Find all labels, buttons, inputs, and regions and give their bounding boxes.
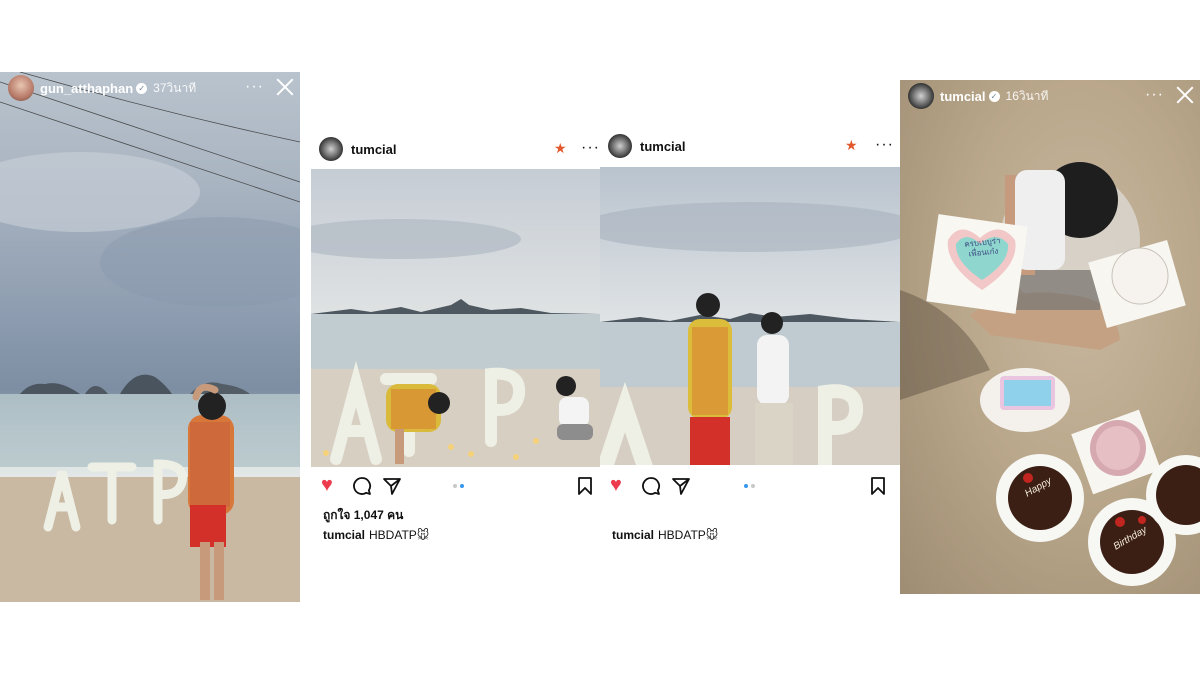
post-photo-image bbox=[600, 167, 900, 465]
post-caption: tumcial HBDATP🐭 bbox=[612, 528, 718, 542]
heart-icon[interactable]: ♥ bbox=[610, 475, 622, 495]
comment-icon[interactable] bbox=[641, 476, 661, 496]
story-username[interactable]: tumcial bbox=[940, 89, 986, 104]
caption-text: HBDATP🐭 bbox=[658, 528, 719, 542]
more-icon[interactable]: ··· bbox=[581, 139, 600, 157]
more-icon[interactable]: ··· bbox=[875, 136, 894, 154]
bookmark-icon[interactable] bbox=[577, 476, 593, 496]
post-username[interactable]: tumcial bbox=[640, 139, 686, 154]
avatar[interactable] bbox=[608, 134, 632, 158]
star-icon: ★ bbox=[845, 137, 858, 153]
story-gun-atthaphan[interactable]: gun_atthaphan ✓ 37วินาที ··· bbox=[0, 72, 300, 602]
share-icon[interactable] bbox=[671, 476, 691, 496]
verified-badge-icon: ✓ bbox=[988, 90, 1000, 102]
more-icon[interactable]: ··· bbox=[245, 78, 264, 96]
post-username[interactable]: tumcial bbox=[351, 142, 397, 157]
avatar[interactable] bbox=[8, 75, 34, 101]
carousel-dot bbox=[751, 484, 755, 488]
story-header: gun_atthaphan ✓ 37วินาที ··· bbox=[0, 72, 300, 104]
story-username[interactable]: gun_atthaphan bbox=[40, 81, 133, 96]
post-caption: tumcial HBDATP🐭 bbox=[323, 528, 429, 542]
story-timestamp: 16วินาที bbox=[1005, 88, 1049, 103]
more-icon[interactable]: ··· bbox=[1145, 86, 1164, 104]
bookmark-icon[interactable] bbox=[870, 476, 886, 496]
carousel-indicator bbox=[453, 484, 464, 488]
verified-badge-icon: ✓ bbox=[136, 82, 148, 94]
carousel-indicator bbox=[744, 484, 755, 488]
story-beach-photo bbox=[0, 72, 300, 602]
carousel-dot-active bbox=[744, 484, 748, 488]
post-tumcial-1: tumcial ★ ··· ♥ ถูกใจ 1,047 คน tumcial H… bbox=[311, 130, 600, 560]
star-icon: ★ bbox=[554, 140, 567, 156]
carousel-dot bbox=[453, 484, 457, 488]
story-timestamp: 37วินาที bbox=[153, 80, 197, 95]
caption-username[interactable]: tumcial bbox=[323, 528, 365, 542]
avatar[interactable] bbox=[319, 137, 343, 161]
close-icon[interactable] bbox=[1174, 84, 1196, 106]
caption-text: HBDATP🐭 bbox=[369, 528, 430, 542]
carousel-dot-active bbox=[460, 484, 464, 488]
post-header: tumcial ★ ··· bbox=[600, 130, 900, 165]
share-icon[interactable] bbox=[382, 476, 402, 496]
post-actions: ♥ bbox=[311, 475, 600, 497]
caption-username[interactable]: tumcial bbox=[612, 528, 654, 542]
avatar[interactable] bbox=[908, 83, 934, 109]
post-photo-image bbox=[311, 169, 600, 467]
post-tumcial-2: tumcial ★ ··· ♥ tumcial HBDATP🐭 bbox=[600, 130, 900, 560]
comment-icon[interactable] bbox=[352, 476, 372, 496]
post-photo[interactable] bbox=[600, 167, 900, 465]
heart-icon[interactable]: ♥ bbox=[321, 475, 333, 495]
post-photo[interactable] bbox=[311, 169, 600, 467]
post-actions: ♥ bbox=[600, 475, 900, 497]
likes-count[interactable]: ถูกใจ 1,047 คน bbox=[323, 506, 403, 525]
story-cakes-photo bbox=[900, 80, 1200, 594]
story-tumcial[interactable]: ครบเบบูร่าเพื่อนเก๋ง Happy Birthday tumc… bbox=[900, 80, 1200, 594]
post-header: tumcial ★ ··· bbox=[311, 130, 600, 168]
story-header: tumcial ✓ 16วินาที ··· bbox=[900, 80, 1200, 112]
close-icon[interactable] bbox=[274, 76, 296, 98]
